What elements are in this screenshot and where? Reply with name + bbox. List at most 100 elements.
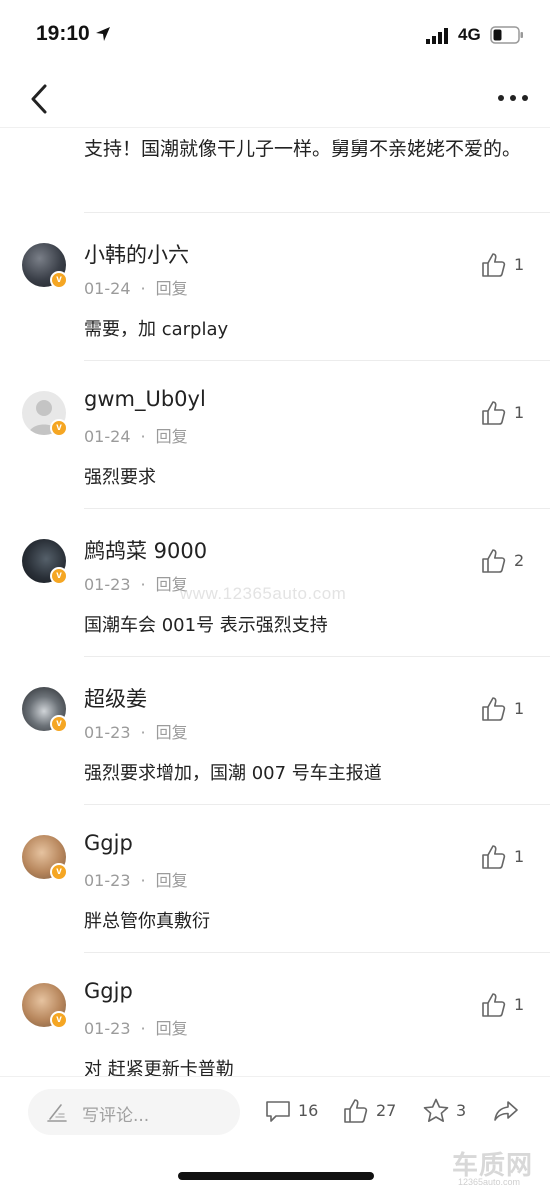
comment-date: 01-23 [84,871,131,890]
comment-date: 01-24 [84,279,131,298]
verified-badge: v [50,271,68,289]
avatar[interactable]: v [22,243,68,289]
like-count: 1 [514,699,525,718]
comments-button[interactable]: 16 [264,1097,324,1129]
likes-count: 27 [376,1101,397,1120]
comment-date: 01-24 [84,427,131,446]
like-button[interactable]: 1 [480,991,540,1023]
meta-separator: · [140,1019,146,1038]
comment-author[interactable]: gwm_Ub0yl [84,387,206,411]
network-type: 4G [458,25,481,44]
comment-date: 01-23 [84,575,131,594]
reply-button[interactable]: 回复 [156,723,188,742]
status-time: 19:10 [36,22,90,45]
comment-item: v Ggjp 01-23 · 回复 1 对 赶紧更新卡普勒 [0,953,550,1076]
avatar[interactable]: v [22,835,68,881]
comment-meta: 01-23 · 回复 [84,867,198,891]
comment-item: v 鹧鸪菜 9000 01-23 · 回复 2 国潮车会 001号 表示强烈支持 [0,509,550,657]
comment-body: 强烈要求 [84,467,156,488]
thumbs-up-icon [482,401,506,425]
chevron-left-icon[interactable] [26,82,54,116]
comment-author[interactable]: 超级姜 [84,683,147,713]
pen-icon [47,1104,67,1122]
comment-author[interactable]: 鹧鸪菜 9000 [84,535,207,565]
thumbs-up-icon [482,993,506,1017]
comment-date: 01-23 [84,723,131,742]
comment-bubble-icon [266,1101,290,1122]
favorites-count: 3 [456,1101,467,1120]
nav-bar [0,70,550,128]
status-bar: 19:10 4G [0,0,550,70]
like-count: 1 [514,403,525,422]
thumbs-up-icon [482,697,506,721]
comment-item: v 小韩的小六 01-24 · 回复 1 需要，加 carplay [0,213,550,361]
location-arrow-icon [96,27,110,41]
battery-icon [490,26,523,44]
meta-separator: · [140,427,146,446]
signal-icon [426,28,448,44]
comments-count: 16 [298,1101,319,1120]
bottom-action-bar: 写评论... 16 27 3 车质网 12365auto.com [0,1076,550,1190]
like-count: 1 [514,995,525,1014]
comment-meta: 01-23 · 回复 [84,719,198,743]
like-count: 2 [514,551,525,570]
comment-item: v Ggjp 01-23 · 回复 1 胖总管你真敷衍 [0,805,550,953]
avatar[interactable]: v [22,983,68,1029]
comment-list: 支持！国潮就像干儿子一样。舅舅不亲姥姥不爱的。 v 小韩的小六 01-24 · 回复… [0,128,550,1076]
verified-badge: v [50,419,68,437]
thumbs-up-icon [344,1099,368,1123]
comment-author[interactable]: Ggjp [84,979,133,1003]
more-dots-icon[interactable] [496,84,530,112]
thumbs-up-icon [482,845,506,869]
favorite-button[interactable]: 3 [422,1097,474,1129]
reply-button[interactable]: 回复 [156,871,188,890]
comment-meta: 01-24 · 回复 [84,275,198,299]
verified-badge: v [50,863,68,881]
comment-body: 胖总管你真敷衍 [84,911,210,932]
like-button[interactable]: 1 [480,251,540,283]
comment-meta: 01-24 · 回复 [84,423,198,447]
thumbs-up-icon [482,253,506,277]
meta-separator: · [140,871,146,890]
comment-body: 对 赶紧更新卡普勒 [84,1059,234,1076]
like-count: 1 [514,255,525,274]
comment-body: 需要，加 carplay [84,319,229,340]
comment-input[interactable]: 写评论... [28,1089,240,1135]
like-count: 1 [514,847,525,866]
avatar[interactable]: v [22,687,68,733]
verified-badge: v [50,567,68,585]
like-button[interactable]: 1 [480,695,540,727]
like-button[interactable]: 1 [480,843,540,875]
meta-separator: · [140,279,146,298]
like-button[interactable]: 1 [480,399,540,431]
comment-author[interactable]: 小韩的小六 [84,239,189,269]
comment-date: 01-23 [84,1019,131,1038]
avatar[interactable]: v [22,391,68,437]
comment-input-placeholder: 写评论... [82,1106,150,1126]
home-indicator [178,1172,374,1180]
share-arrow-icon [494,1101,518,1121]
like-article-button[interactable]: 27 [342,1097,406,1129]
verified-badge: v [50,1011,68,1029]
comment-body: 强烈要求增加，国潮 007 号车主报道 [84,763,382,784]
reply-button[interactable]: 回复 [156,427,188,446]
like-button[interactable]: 2 [480,547,540,579]
verified-badge: v [50,715,68,733]
share-button[interactable] [492,1097,524,1129]
watermark: www.12365auto.com [180,584,347,603]
comment-author[interactable]: Ggjp [84,831,133,855]
thumbs-up-icon [482,549,506,573]
star-icon [423,1098,449,1122]
meta-separator: · [140,575,146,594]
meta-separator: · [140,723,146,742]
comment-body: 国潮车会 001号 表示强烈支持 [84,615,328,636]
comment-item: v 超级姜 01-23 · 回复 1 强烈要求增加，国潮 007 号车主报道 [0,657,550,805]
site-logo-url: 12365auto.com [458,1177,521,1187]
avatar[interactable]: v [22,539,68,585]
comment-item: v gwm_Ub0yl 01-24 · 回复 1 强烈要求 [0,361,550,509]
comment-body: 支持！国潮就像干儿子一样。舅舅不亲姥姥不爱的。 [84,138,522,160]
reply-button[interactable]: 回复 [156,279,188,298]
reply-button[interactable]: 回复 [156,1019,188,1038]
comment-meta: 01-23 · 回复 [84,1015,198,1039]
site-logo: 车质网 12365auto.com [452,1145,544,1189]
